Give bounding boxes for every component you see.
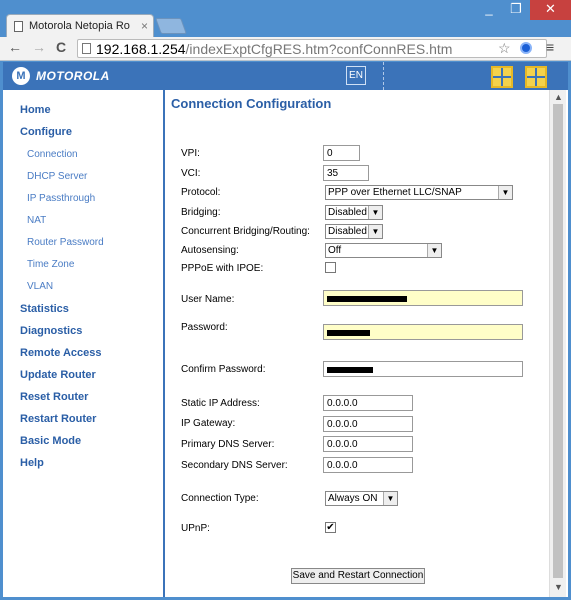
confirm-password-label: Confirm Password: [181, 364, 266, 375]
main-content: Connection Configuration VPI: VCI: Proto… [167, 90, 549, 597]
browser-toolbar: ← → C 192.168.1.254/indexExptCfgRES.htm?… [0, 37, 571, 61]
page-icon [14, 21, 23, 32]
concurrent-bridging-select[interactable]: Disabled ▼ [325, 224, 383, 239]
page-title: Connection Configuration [171, 96, 332, 111]
house-window-icon [491, 66, 513, 88]
autosensing-select[interactable]: Off ▼ [325, 243, 442, 258]
sidebar-item-home[interactable]: Home [20, 104, 51, 116]
vpi-input[interactable] [323, 145, 360, 161]
url-path: /indexExptCfgRES.htm?confConnRES.htm [185, 41, 453, 57]
browser-tab[interactable]: Motorola Netopia Ro × [6, 14, 154, 38]
vci-input[interactable] [323, 165, 369, 181]
page-header: M MOTOROLA EN [3, 62, 568, 90]
pppoe-ipoe-checkbox[interactable] [325, 262, 336, 273]
secondary-dns-label: Secondary DNS Server: [181, 460, 288, 471]
primary-dns-label: Primary DNS Server: [181, 439, 275, 450]
sidebar-item-connection[interactable]: Connection [27, 149, 78, 160]
vpi-label: VPI: [181, 148, 200, 159]
protocol-select[interactable]: PPP over Ethernet LLC/SNAP ▼ [325, 185, 513, 200]
address-bar[interactable]: 192.168.1.254/indexExptCfgRES.htm?confCo… [77, 39, 547, 58]
scroll-up-icon[interactable]: ▲ [554, 92, 563, 102]
connection-type-label: Connection Type: [181, 493, 259, 504]
close-window-button[interactable]: ✕ [530, 0, 571, 20]
antenna-graphic [383, 62, 397, 90]
scroll-down-icon[interactable]: ▼ [554, 582, 563, 592]
protocol-label: Protocol: [181, 187, 221, 198]
sidebar-item-ip-passthrough[interactable]: IP Passthrough [27, 193, 95, 204]
sidebar-item-remote-access[interactable]: Remote Access [20, 347, 102, 359]
sidebar-item-restart-router[interactable]: Restart Router [20, 413, 96, 425]
autosensing-value: Off [328, 245, 342, 256]
page-info-icon [82, 43, 91, 54]
bridging-label: Bridging: [181, 207, 221, 218]
redacted-confirm-password [327, 367, 373, 373]
menu-icon[interactable]: ≡ [546, 39, 554, 55]
chevron-down-icon: ▼ [368, 206, 382, 219]
scrollbar[interactable]: ▲ ▼ [549, 90, 566, 597]
bookmark-star-icon[interactable]: ☆ [498, 40, 511, 57]
protocol-value: PPP over Ethernet LLC/SNAP [328, 187, 462, 198]
bridging-select[interactable]: Disabled ▼ [325, 205, 383, 220]
extension-icon[interactable] [520, 42, 532, 54]
upnp-label: UPnP: [181, 523, 210, 534]
motorola-logo-text: MOTOROLA [36, 69, 110, 83]
sidebar-item-diagnostics[interactable]: Diagnostics [20, 325, 82, 337]
router-page: M MOTOROLA EN Home Configure Connection … [3, 62, 568, 597]
sidebar-item-reset-router[interactable]: Reset Router [20, 391, 88, 403]
browser-window: Motorola Netopia Ro × _ ❐ ✕ ← → C 192.16… [0, 0, 571, 600]
sidebar-item-configure[interactable]: Configure [20, 126, 72, 138]
sidebar-item-help[interactable]: Help [20, 457, 44, 469]
sidebar-item-router-password[interactable]: Router Password [27, 237, 104, 248]
primary-dns-input[interactable] [323, 436, 413, 452]
vci-label: VCI: [181, 168, 201, 179]
language-button[interactable]: EN [346, 66, 366, 85]
sidebar: Home Configure Connection DHCP Server IP… [3, 90, 165, 597]
close-tab-icon[interactable]: × [141, 19, 148, 33]
redacted-password [327, 330, 370, 336]
house-window-icon [525, 66, 547, 88]
ip-gateway-input[interactable] [323, 416, 413, 432]
scrollbar-thumb[interactable] [553, 104, 563, 578]
chevron-down-icon: ▼ [427, 244, 441, 257]
sidebar-item-statistics[interactable]: Statistics [20, 303, 69, 315]
sidebar-item-vlan[interactable]: VLAN [27, 281, 53, 292]
autosensing-label: Autosensing: [181, 245, 239, 256]
connection-type-select[interactable]: Always ON ▼ [325, 491, 398, 506]
username-label: User Name: [181, 294, 235, 305]
save-restart-button[interactable]: Save and Restart Connection [291, 568, 425, 584]
back-arrow-icon[interactable]: ← [8, 39, 22, 55]
connection-type-value: Always ON [328, 493, 378, 504]
pppoe-ipoe-label: PPPoE with IPOE: [181, 263, 264, 274]
reload-icon[interactable]: C [56, 39, 66, 55]
redacted-username [327, 296, 407, 302]
motorola-logo-icon: M [12, 67, 30, 85]
ip-gateway-label: IP Gateway: [181, 418, 236, 429]
sidebar-item-basic-mode[interactable]: Basic Mode [20, 435, 81, 447]
forward-arrow-icon[interactable]: → [32, 39, 46, 55]
chevron-down-icon: ▼ [368, 225, 382, 238]
maximize-button[interactable]: ❐ [503, 0, 529, 20]
upnp-checkbox[interactable]: ✔ [325, 522, 336, 533]
concurrent-bridging-value: Disabled [328, 226, 367, 237]
new-tab-button[interactable] [155, 18, 187, 34]
chevron-down-icon: ▼ [383, 492, 397, 505]
url-host: 192.168.1.254 [96, 41, 186, 57]
concurrent-bridging-label: Concurrent Bridging/Routing: [181, 226, 310, 237]
secondary-dns-input[interactable] [323, 457, 413, 473]
static-ip-input[interactable] [323, 395, 413, 411]
static-ip-label: Static IP Address: [181, 398, 260, 409]
sidebar-item-nat[interactable]: NAT [27, 215, 46, 226]
minimize-button[interactable]: _ [476, 0, 502, 20]
chevron-down-icon: ▼ [498, 186, 512, 199]
password-label: Password: [181, 322, 228, 333]
tab-title: Motorola Netopia Ro [29, 20, 130, 32]
bridging-value: Disabled [328, 207, 367, 218]
sidebar-item-update-router[interactable]: Update Router [20, 369, 96, 381]
sidebar-item-time-zone[interactable]: Time Zone [27, 259, 74, 270]
sidebar-item-dhcp-server[interactable]: DHCP Server [27, 171, 87, 182]
